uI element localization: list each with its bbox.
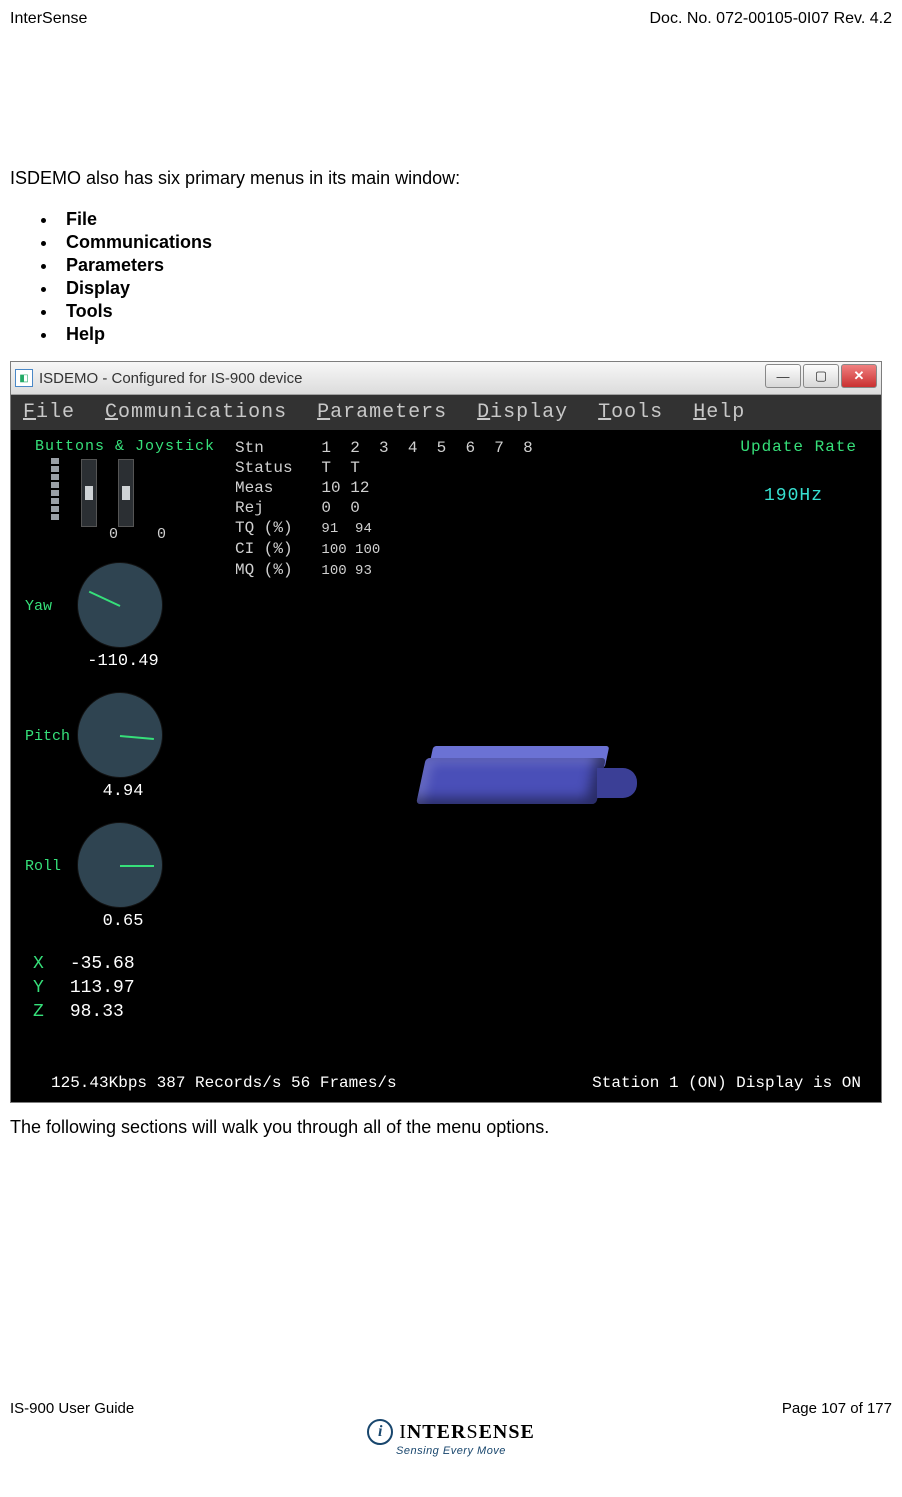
close-button[interactable]: ✕ bbox=[841, 364, 877, 388]
z-value: 98.33 bbox=[70, 1002, 124, 1022]
y-label: Y bbox=[33, 976, 59, 1000]
menu-help[interactable]: Help bbox=[693, 401, 745, 424]
status-right: Station 1 (ON) Display is ON bbox=[592, 1074, 861, 1092]
vendor-name: InterSense bbox=[10, 10, 87, 28]
z-label: Z bbox=[33, 1000, 59, 1024]
list-item: Parameters bbox=[58, 255, 892, 276]
logo-tagline: Sensing Every Move bbox=[10, 1445, 892, 1457]
app-client-area: Buttons & Joystick 0 0 Stn 1 2 3 4 5 6 7… bbox=[11, 430, 881, 1102]
row-stn: Stn 1 2 3 4 5 6 7 8 bbox=[235, 439, 533, 457]
logo-text: INTERSENSE bbox=[399, 1421, 535, 1444]
menu-communications[interactable]: Communications bbox=[105, 401, 287, 424]
gauge-roll-label: Roll bbox=[25, 858, 61, 875]
gauge-roll-value: 0.65 bbox=[73, 912, 173, 931]
list-item: Communications bbox=[58, 232, 892, 253]
joystick-value-1: 0 bbox=[109, 526, 118, 543]
app-menubar: File Communications Parameters Display T… bbox=[11, 395, 881, 430]
menu-parameters[interactable]: Parameters bbox=[317, 401, 447, 424]
buttons-joystick-panel bbox=[51, 458, 134, 527]
row-mq: MQ (%) 100 93 bbox=[235, 561, 372, 579]
button-stack-icon bbox=[51, 458, 59, 527]
document-footer: IS-900 User Guide Page 107 of 177 i INTE… bbox=[10, 1400, 892, 1457]
logo-mark-icon: i bbox=[367, 1419, 393, 1445]
window-title: ISDEMO - Configured for IS-900 device bbox=[39, 370, 302, 387]
xyz-position: X -35.68 Y 113.97 Z 98.33 bbox=[33, 952, 135, 1024]
document-page: InterSense Doc. No. 072-00105-0I07 Rev. … bbox=[0, 0, 902, 1497]
row-status: Status T T bbox=[235, 459, 360, 477]
menu-display[interactable]: Display bbox=[477, 401, 568, 424]
gauge-pitch-value: 4.94 bbox=[73, 782, 173, 801]
needle-icon bbox=[120, 735, 154, 740]
gauge-yaw-dial[interactable] bbox=[77, 562, 163, 648]
y-value: 113.97 bbox=[70, 978, 135, 998]
update-rate-value: 190Hz bbox=[764, 486, 823, 506]
status-left: 125.43Kbps 387 Records/s 56 Frames/s bbox=[51, 1074, 397, 1092]
menu-bullet-list: File Communications Parameters Display T… bbox=[10, 209, 892, 345]
list-item: Display bbox=[58, 278, 892, 299]
list-item: File bbox=[58, 209, 892, 230]
station-data-table: Stn 1 2 3 4 5 6 7 8 Status T T Meas 10 1… bbox=[235, 438, 533, 581]
needle-icon bbox=[120, 865, 154, 867]
menu-tools[interactable]: Tools bbox=[598, 401, 663, 424]
list-item: Help bbox=[58, 324, 892, 345]
gauge-yaw-value: -110.49 bbox=[73, 652, 173, 671]
update-rate-label: Update Rate bbox=[740, 438, 857, 456]
joystick-value-2: 0 bbox=[157, 526, 166, 543]
app-icon: ◧ bbox=[15, 369, 33, 387]
device-3d-icon[interactable] bbox=[421, 740, 651, 824]
menu-file[interactable]: File bbox=[23, 401, 75, 424]
row-ci: CI (%) 100 100 bbox=[235, 540, 380, 558]
x-label: X bbox=[33, 952, 59, 976]
window-controls: — ▢ ✕ bbox=[765, 364, 877, 388]
window-titlebar[interactable]: ◧ ISDEMO - Configured for IS-900 device … bbox=[11, 362, 881, 395]
gauge-yaw-label: Yaw bbox=[25, 598, 52, 615]
list-item: Tools bbox=[58, 301, 892, 322]
intersense-logo: i INTERSENSE bbox=[367, 1419, 535, 1445]
maximize-button[interactable]: ▢ bbox=[803, 364, 839, 388]
needle-icon bbox=[89, 591, 121, 607]
intro-paragraph: ISDEMO also has six primary menus in its… bbox=[10, 168, 892, 189]
joystick-values: 0 0 bbox=[109, 526, 196, 543]
joystick-slider-1[interactable] bbox=[81, 459, 97, 527]
row-meas: Meas 10 12 bbox=[235, 479, 369, 497]
row-rej: Rej 0 0 bbox=[235, 499, 360, 517]
gauge-pitch-label: Pitch bbox=[25, 728, 70, 745]
gauge-pitch-dial[interactable] bbox=[77, 692, 163, 778]
footer-left: IS-900 User Guide bbox=[10, 1400, 134, 1417]
document-number: Doc. No. 072-00105-0I07 Rev. 4.2 bbox=[649, 10, 892, 28]
document-header: InterSense Doc. No. 072-00105-0I07 Rev. … bbox=[10, 10, 892, 28]
app-statusbar: 125.43Kbps 387 Records/s 56 Frames/s Sta… bbox=[11, 1074, 881, 1092]
minimize-button[interactable]: — bbox=[765, 364, 801, 388]
row-tq: TQ (%) 91 94 bbox=[235, 519, 372, 537]
joystick-slider-2[interactable] bbox=[118, 459, 134, 527]
gauge-roll-dial[interactable] bbox=[77, 822, 163, 908]
after-paragraph: The following sections will walk you thr… bbox=[10, 1117, 892, 1138]
footer-right: Page 107 of 177 bbox=[782, 1400, 892, 1417]
app-window: ◧ ISDEMO - Configured for IS-900 device … bbox=[10, 361, 882, 1103]
buttons-joystick-label: Buttons & Joystick bbox=[35, 438, 215, 455]
x-value: -35.68 bbox=[70, 954, 135, 974]
